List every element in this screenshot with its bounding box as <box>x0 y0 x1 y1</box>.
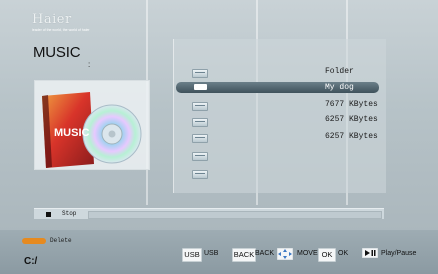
list-item[interactable]: Folder <box>325 67 354 76</box>
music-cd-icon: MUSIC <box>42 92 142 168</box>
page-title: MUSIC <box>33 44 81 61</box>
back-hint-label: BACK <box>255 250 275 257</box>
list-item-selected[interactable]: My dog <box>325 83 354 92</box>
brand-tagline: leader of the world, the world of haier <box>32 28 90 32</box>
file-icon <box>192 152 208 161</box>
list-item[interactable]: 7677 KBytes <box>325 100 378 109</box>
usb-hint-label: USB <box>204 250 219 257</box>
playback-status: Stop <box>62 210 77 217</box>
cover-label: MUSIC <box>54 127 90 139</box>
usb-key[interactable]: USB <box>182 248 202 262</box>
current-path: C:/ <box>24 256 38 267</box>
play-pause-hint-label: Play/Pause <box>381 250 417 257</box>
back-key[interactable]: BACK <box>232 248 256 262</box>
delete-key-icon[interactable] <box>22 238 46 244</box>
file-icon <box>192 170 208 179</box>
music-browser-screen: Haier leader of the world, the world of … <box>0 0 438 274</box>
list-item[interactable]: 6257 KBytes <box>325 115 378 124</box>
ok-hint-label: OK <box>338 250 349 257</box>
file-icon <box>192 134 208 143</box>
stop-icon <box>46 212 51 217</box>
page-title-suffix: : <box>88 60 91 69</box>
arrows-icon[interactable] <box>277 248 293 260</box>
play-pause-icon[interactable] <box>362 248 378 258</box>
playback-status-bar: Stop <box>34 208 384 219</box>
brand-logo: Haier <box>32 12 72 27</box>
move-hint-label: MOVE <box>297 250 318 257</box>
playback-progress-bar[interactable] <box>88 211 382 219</box>
file-icon <box>194 84 207 90</box>
delete-label: Delete <box>50 237 72 244</box>
file-icon <box>192 118 208 127</box>
list-item[interactable]: 6257 KBytes <box>325 132 378 141</box>
file-icon <box>192 102 208 111</box>
file-icon <box>192 69 208 78</box>
ok-key[interactable]: OK <box>318 248 336 262</box>
